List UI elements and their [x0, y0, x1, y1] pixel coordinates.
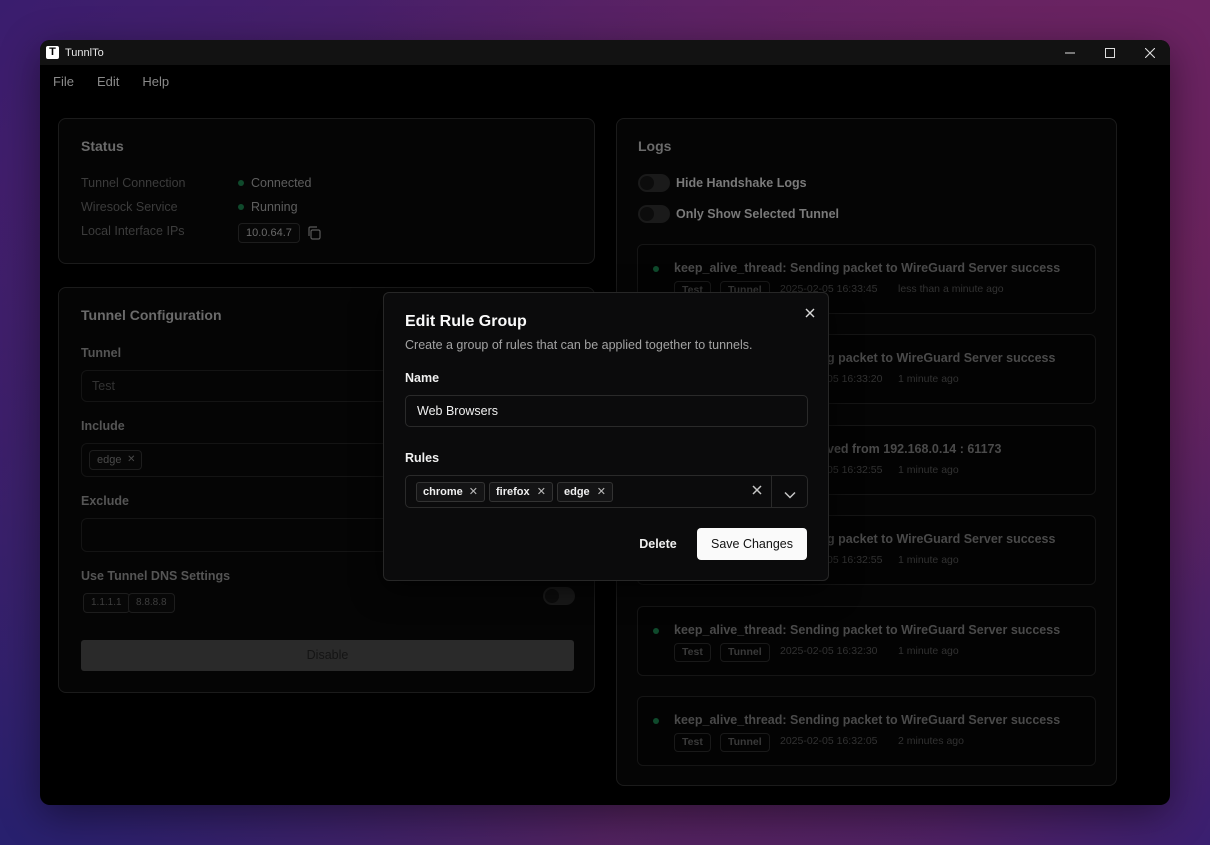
log-relative-time: 1 minute ago — [898, 373, 959, 385]
app-window: T TunnlTo File Edit Help Status Tunnel C… — [40, 40, 1170, 805]
wiresock-service-value: Running — [251, 200, 298, 214]
copy-icon — [308, 226, 321, 240]
dns-settings-toggle[interactable] — [543, 587, 575, 605]
connected-status-dot — [238, 180, 244, 186]
remove-rule-icon[interactable]: ✕ — [597, 483, 606, 501]
hide-handshake-toggle[interactable] — [638, 174, 670, 192]
log-relative-time: 2 minutes ago — [898, 735, 964, 747]
log-message: keep_alive_thread: Sending packet to Wir… — [674, 261, 1061, 275]
log-message: keep_alive_thread: Sending packet to Wir… — [674, 623, 1061, 637]
include-tag[interactable]: edge ✕ — [89, 450, 143, 470]
clear-rules-button[interactable] — [752, 482, 762, 498]
disable-button[interactable]: Disable — [81, 640, 574, 671]
delete-button[interactable]: Delete — [624, 528, 692, 560]
close-window-button[interactable] — [1130, 40, 1170, 65]
log-status-dot — [653, 718, 659, 724]
app-title: TunnlTo — [65, 46, 104, 59]
tunnel-connection-label: Tunnel Connection — [81, 176, 186, 190]
remove-rule-icon[interactable]: ✕ — [537, 483, 546, 501]
log-message: g packet to WireGuard Server success — [827, 351, 1056, 365]
log-message: ved from 192.168.0.14 : 61173 — [827, 442, 1002, 456]
name-label: Name — [405, 371, 440, 385]
tunnel-select-value: Test — [92, 379, 115, 393]
dialog-description: Create a group of rules that can be appl… — [405, 338, 753, 352]
rules-label: Rules — [405, 451, 440, 465]
log-tag-tunnel-name: Test — [674, 733, 711, 752]
hide-handshake-label: Hide Handshake Logs — [676, 176, 807, 190]
local-ip-chip: 10.0.64.7 — [238, 223, 300, 243]
close-icon — [1145, 47, 1155, 58]
dns-server-chip: 8.8.8.8 — [128, 593, 175, 613]
dns-server-chip: 1.1.1.1 — [83, 593, 130, 613]
name-input[interactable]: Web Browsers — [405, 395, 808, 427]
close-icon — [805, 308, 815, 318]
title-bar: T TunnlTo — [40, 40, 1170, 65]
copy-ip-button[interactable] — [307, 226, 321, 245]
dialog-close-button[interactable] — [805, 305, 815, 322]
wiresock-service-label: Wiresock Service — [81, 200, 178, 214]
log-relative-time: 1 minute ago — [898, 464, 959, 476]
log-entry: keep_alive_thread: Sending packet to Wir… — [637, 606, 1096, 676]
log-status-dot — [653, 266, 659, 272]
rule-tag-chrome: chrome ✕ — [416, 482, 485, 502]
chevron-down-icon — [784, 491, 796, 499]
status-panel — [58, 118, 595, 264]
menu-edit[interactable]: Edit — [97, 74, 119, 89]
remove-rule-icon[interactable]: ✕ — [469, 483, 478, 501]
clear-icon — [752, 485, 762, 495]
local-interface-ips-label: Local Interface IPs — [81, 224, 185, 238]
log-timestamp: 2025-02-05 16:32:05 — [780, 735, 878, 747]
minimize-button[interactable] — [1050, 40, 1090, 65]
rule-tag-firefox: firefox ✕ — [489, 482, 553, 502]
running-status-dot — [238, 204, 244, 210]
exclude-label: Exclude — [81, 494, 129, 508]
include-label: Include — [81, 419, 125, 433]
log-tag-type: Tunnel — [720, 733, 770, 752]
rules-multiselect[interactable]: chrome ✕ firefox ✕ edge ✕ — [405, 475, 808, 508]
minimize-icon — [1065, 52, 1075, 53]
log-relative-time: less than a minute ago — [898, 283, 1004, 295]
log-tag-type: Tunnel — [720, 643, 770, 662]
log-timestamp: 05 16:32:55 — [827, 464, 883, 476]
tunnel-configuration-title: Tunnel Configuration — [81, 307, 222, 323]
log-timestamp: 2025-02-05 16:32:30 — [780, 645, 878, 657]
log-timestamp: 05 16:32:55 — [827, 554, 883, 566]
rule-tag-label: edge — [564, 486, 590, 498]
logs-title: Logs — [638, 138, 672, 154]
edit-rule-group-dialog: Edit Rule Group Create a group of rules … — [383, 292, 829, 581]
rules-dropdown-button[interactable] — [784, 486, 796, 504]
log-timestamp: 05 16:33:20 — [827, 373, 883, 385]
rule-tag-label: firefox — [496, 486, 530, 498]
log-status-dot — [653, 628, 659, 634]
rule-tag-edge: edge ✕ — [557, 482, 613, 502]
dialog-title: Edit Rule Group — [405, 313, 527, 330]
selected-tunnel-label: Only Show Selected Tunnel — [676, 207, 839, 221]
tunnel-connection-value: Connected — [251, 176, 312, 190]
menu-bar: File Edit Help — [40, 65, 192, 97]
rule-tag-label: chrome — [423, 486, 463, 498]
log-message: keep_alive_thread: Sending packet to Wir… — [674, 713, 1061, 727]
status-title: Status — [81, 138, 124, 154]
dns-settings-label: Use Tunnel DNS Settings — [81, 569, 231, 583]
menu-file[interactable]: File — [53, 74, 74, 89]
maximize-icon — [1105, 47, 1115, 58]
log-relative-time: 1 minute ago — [898, 645, 959, 657]
log-entry: keep_alive_thread: Sending packet to Wir… — [637, 696, 1096, 766]
selected-tunnel-toggle[interactable] — [638, 205, 670, 223]
log-relative-time: 1 minute ago — [898, 554, 959, 566]
maximize-button[interactable] — [1090, 40, 1130, 65]
include-tag-label: edge — [97, 454, 122, 466]
rules-divider — [771, 476, 772, 507]
save-changes-button[interactable]: Save Changes — [697, 528, 807, 560]
log-message: g packet to WireGuard Server success — [827, 532, 1056, 546]
menu-help[interactable]: Help — [142, 74, 169, 89]
remove-tag-icon[interactable]: ✕ — [127, 451, 135, 469]
log-tag-tunnel-name: Test — [674, 643, 711, 662]
app-logo-icon: T — [46, 46, 59, 59]
tunnel-label: Tunnel — [81, 346, 122, 360]
window-controls — [1050, 40, 1170, 65]
